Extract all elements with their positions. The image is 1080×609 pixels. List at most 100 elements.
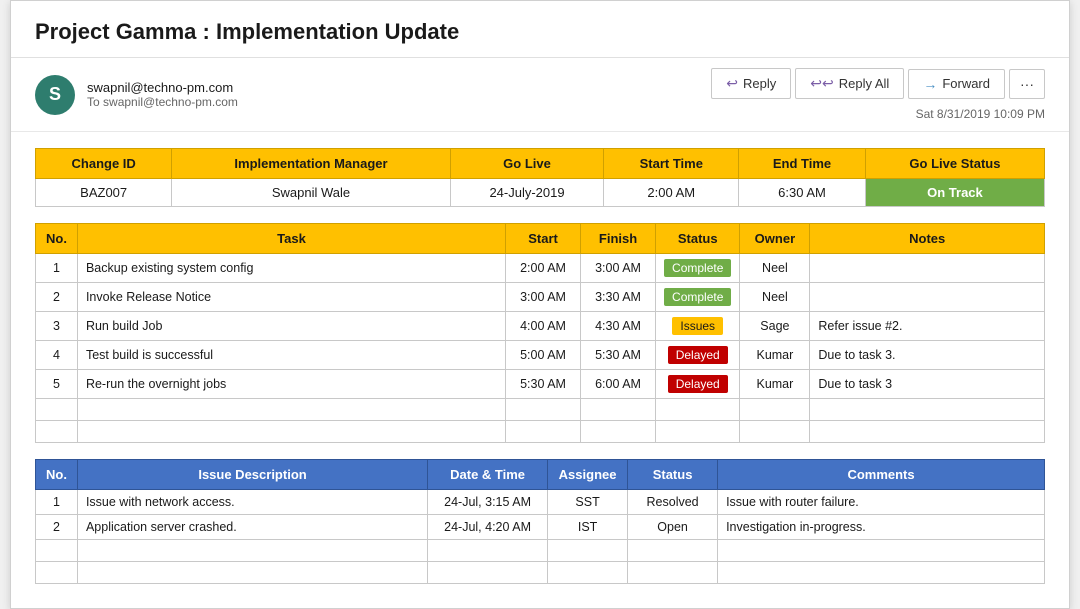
task-notes: Refer issue #2. bbox=[810, 312, 1045, 341]
forward-icon: → bbox=[923, 76, 937, 92]
more-button[interactable]: ··· bbox=[1009, 69, 1045, 99]
issue-col-no: No. bbox=[36, 460, 78, 490]
task-empty-row bbox=[36, 399, 1045, 421]
change-id-value: BAZ007 bbox=[36, 179, 172, 207]
reply-icon: ↩ bbox=[726, 75, 738, 92]
task-desc: Invoke Release Notice bbox=[77, 283, 505, 312]
task-finish: 4:30 AM bbox=[581, 312, 656, 341]
issue-status: Resolved bbox=[628, 490, 718, 515]
issue-datetime: 24-Jul, 3:15 AM bbox=[428, 490, 548, 515]
issue-comments: Issue with router failure. bbox=[718, 490, 1045, 515]
issue-col-status: Status bbox=[628, 460, 718, 490]
issue-assignee: SST bbox=[548, 490, 628, 515]
issue-col-datetime: Date & Time bbox=[428, 460, 548, 490]
task-status: Delayed bbox=[656, 370, 740, 399]
issue-comments: Investigation in-progress. bbox=[718, 515, 1045, 540]
col-start-time: Start Time bbox=[604, 149, 739, 179]
email-title: Project Gamma : Implementation Update bbox=[11, 1, 1069, 58]
start-time-value: 2:00 AM bbox=[604, 179, 739, 207]
task-col-no: No. bbox=[36, 224, 78, 254]
info-table-header-row: Change ID Implementation Manager Go Live… bbox=[36, 149, 1045, 179]
impl-manager-value: Swapnil Wale bbox=[172, 179, 450, 207]
action-buttons: ↩ Reply ↩↩ Reply All → Forward ··· bbox=[711, 68, 1045, 99]
task-notes: Due to task 3 bbox=[810, 370, 1045, 399]
reply-all-button[interactable]: ↩↩ Reply All bbox=[795, 68, 904, 99]
forward-button[interactable]: → Forward bbox=[908, 69, 1005, 99]
task-status: Issues bbox=[656, 312, 740, 341]
task-owner: Kumar bbox=[740, 341, 810, 370]
task-col-start: Start bbox=[506, 224, 581, 254]
col-go-live: Go Live bbox=[450, 149, 604, 179]
task-desc: Run build Job bbox=[77, 312, 505, 341]
task-row: 1 Backup existing system config 2:00 AM … bbox=[36, 254, 1045, 283]
task-col-finish: Finish bbox=[581, 224, 656, 254]
sender-email: swapnil@techno-pm.com bbox=[87, 80, 238, 95]
task-notes bbox=[810, 283, 1045, 312]
col-end-time: End Time bbox=[739, 149, 866, 179]
avatar: S bbox=[35, 75, 75, 115]
issue-desc: Issue with network access. bbox=[77, 490, 427, 515]
status-badge-complete: Complete bbox=[664, 288, 731, 306]
issue-row: 2 Application server crashed. 24-Jul, 4:… bbox=[36, 515, 1045, 540]
col-impl-manager: Implementation Manager bbox=[172, 149, 450, 179]
task-table: No. Task Start Finish Status Owner Notes… bbox=[35, 223, 1045, 443]
task-notes: Due to task 3. bbox=[810, 341, 1045, 370]
task-col-status: Status bbox=[656, 224, 740, 254]
task-col-task: Task bbox=[77, 224, 505, 254]
issue-row: 1 Issue with network access. 24-Jul, 3:1… bbox=[36, 490, 1045, 515]
task-start: 5:30 AM bbox=[506, 370, 581, 399]
go-live-value: 24-July-2019 bbox=[450, 179, 604, 207]
email-date: Sat 8/31/2019 10:09 PM bbox=[916, 107, 1045, 121]
sender-to: To swapnil@techno-pm.com bbox=[87, 95, 238, 109]
task-status: Complete bbox=[656, 254, 740, 283]
reply-all-icon: ↩↩ bbox=[810, 75, 833, 92]
sender-section: S swapnil@techno-pm.com To swapnil@techn… bbox=[35, 75, 238, 115]
sender-info: swapnil@techno-pm.com To swapnil@techno-… bbox=[87, 80, 238, 109]
task-owner: Kumar bbox=[740, 370, 810, 399]
info-table-row: BAZ007 Swapnil Wale 24-July-2019 2:00 AM… bbox=[36, 179, 1045, 207]
task-no: 5 bbox=[36, 370, 78, 399]
task-finish: 6:00 AM bbox=[581, 370, 656, 399]
col-go-live-status: Go Live Status bbox=[865, 149, 1044, 179]
issue-desc: Application server crashed. bbox=[77, 515, 427, 540]
task-no: 2 bbox=[36, 283, 78, 312]
task-status: Complete bbox=[656, 283, 740, 312]
issue-status: Open bbox=[628, 515, 718, 540]
task-finish: 3:00 AM bbox=[581, 254, 656, 283]
reply-button[interactable]: ↩ Reply bbox=[711, 68, 791, 99]
email-container: Project Gamma : Implementation Update S … bbox=[10, 0, 1070, 609]
task-row: 5 Re-run the overnight jobs 5:30 AM 6:00… bbox=[36, 370, 1045, 399]
task-desc: Test build is successful bbox=[77, 341, 505, 370]
col-change-id: Change ID bbox=[36, 149, 172, 179]
status-badge-issues: Issues bbox=[672, 317, 723, 335]
issue-datetime: 24-Jul, 4:20 AM bbox=[428, 515, 548, 540]
task-col-notes: Notes bbox=[810, 224, 1045, 254]
task-row: 2 Invoke Release Notice 3:00 AM 3:30 AM … bbox=[36, 283, 1045, 312]
status-badge-complete: Complete bbox=[664, 259, 731, 277]
task-row: 3 Run build Job 4:00 AM 4:30 AM Issues S… bbox=[36, 312, 1045, 341]
task-desc: Backup existing system config bbox=[77, 254, 505, 283]
issue-assignee: IST bbox=[548, 515, 628, 540]
issue-col-assignee: Assignee bbox=[548, 460, 628, 490]
end-time-value: 6:30 AM bbox=[739, 179, 866, 207]
task-owner: Neel bbox=[740, 283, 810, 312]
status-badge-delayed: Delayed bbox=[668, 375, 728, 393]
task-no: 3 bbox=[36, 312, 78, 341]
issue-empty-row bbox=[36, 540, 1045, 562]
email-header: S swapnil@techno-pm.com To swapnil@techn… bbox=[11, 58, 1069, 132]
task-notes bbox=[810, 254, 1045, 283]
status-badge-delayed: Delayed bbox=[668, 346, 728, 364]
info-table: Change ID Implementation Manager Go Live… bbox=[35, 148, 1045, 207]
task-status: Delayed bbox=[656, 341, 740, 370]
issue-col-comments: Comments bbox=[718, 460, 1045, 490]
task-owner: Neel bbox=[740, 254, 810, 283]
task-no: 1 bbox=[36, 254, 78, 283]
issue-no: 1 bbox=[36, 490, 78, 515]
task-finish: 3:30 AM bbox=[581, 283, 656, 312]
issue-empty-row bbox=[36, 562, 1045, 584]
task-table-header-row: No. Task Start Finish Status Owner Notes bbox=[36, 224, 1045, 254]
email-body: Change ID Implementation Manager Go Live… bbox=[11, 132, 1069, 608]
task-finish: 5:30 AM bbox=[581, 341, 656, 370]
task-col-owner: Owner bbox=[740, 224, 810, 254]
issue-col-desc: Issue Description bbox=[77, 460, 427, 490]
